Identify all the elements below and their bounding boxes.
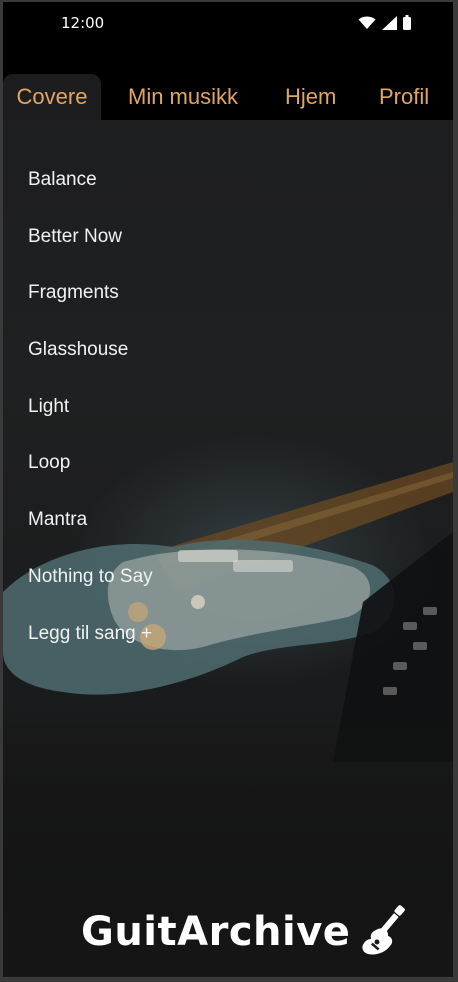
tab-profil[interactable]: Profil <box>379 74 429 120</box>
signal-icon <box>382 15 397 30</box>
status-time: 12:00 <box>61 14 105 32</box>
add-song-button[interactable]: Legg til sang + <box>28 612 153 669</box>
tab-hjem[interactable]: Hjem <box>285 74 336 120</box>
app-screen: 12:00 Covere Min musikk Hjem Profil Bala… <box>3 2 453 977</box>
status-bar: 12:00 <box>3 2 453 46</box>
song-item[interactable]: Loop <box>28 441 153 498</box>
wifi-icon <box>358 16 376 29</box>
song-item[interactable]: Glasshouse <box>28 328 153 385</box>
tab-min-musikk[interactable]: Min musikk <box>128 74 238 120</box>
tab-bar: Covere Min musikk Hjem Profil <box>3 46 453 120</box>
song-item[interactable]: Balance <box>28 158 153 215</box>
song-item[interactable]: Mantra <box>28 498 153 555</box>
song-list: Balance Better Now Fragments Glasshouse … <box>28 158 153 668</box>
brand-name: GuitArchive <box>81 909 351 955</box>
status-icons <box>358 15 411 30</box>
device-frame: 12:00 Covere Min musikk Hjem Profil Bala… <box>0 0 458 982</box>
tab-covere[interactable]: Covere <box>3 74 101 120</box>
battery-icon <box>403 15 411 30</box>
brand-logo: GuitArchive <box>81 902 414 962</box>
song-item[interactable]: Fragments <box>28 271 153 328</box>
song-item[interactable]: Better Now <box>28 215 153 272</box>
guitar-icon <box>362 905 406 955</box>
song-item[interactable]: Nothing to Say <box>28 555 153 612</box>
song-item[interactable]: Light <box>28 385 153 442</box>
